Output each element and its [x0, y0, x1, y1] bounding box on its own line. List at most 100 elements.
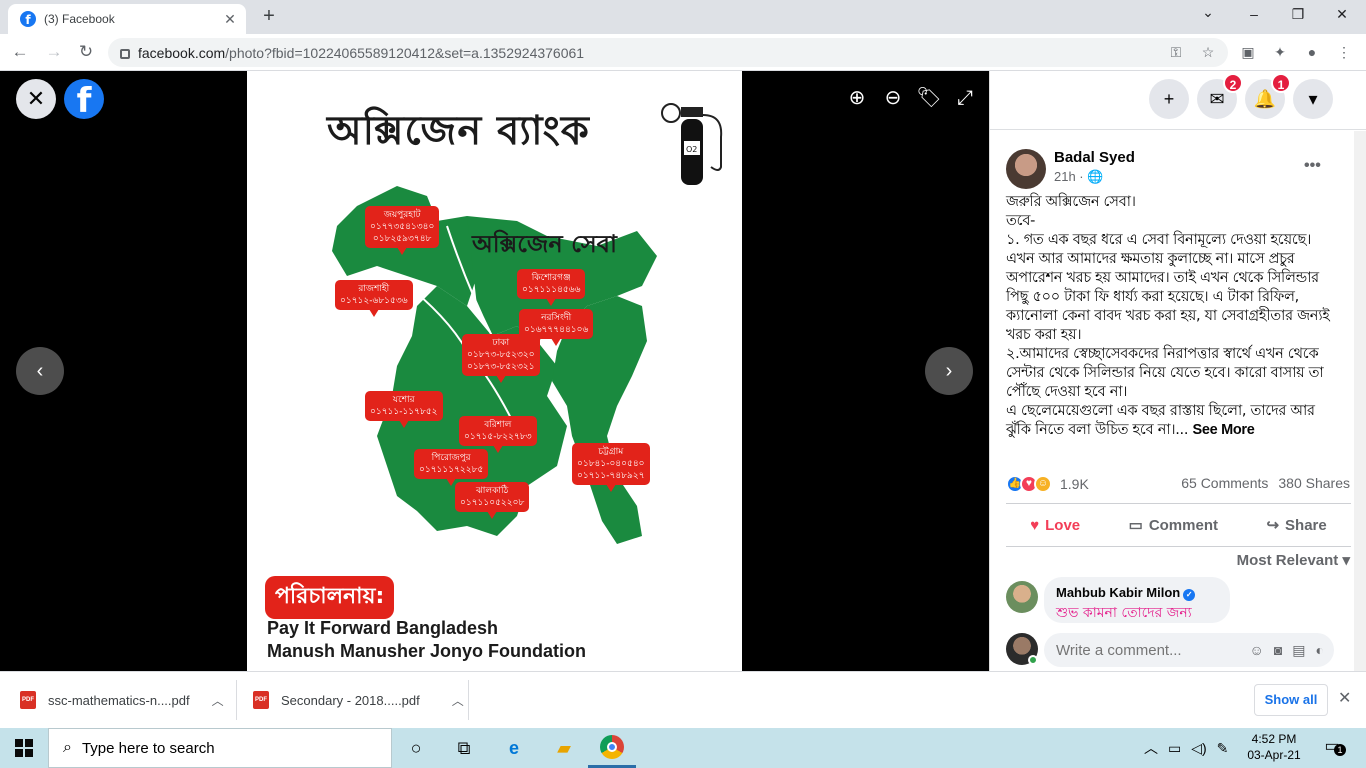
fullscreen-icon[interactable]: ⤢	[952, 85, 978, 111]
file-explorer-icon[interactable]: ▰	[540, 728, 588, 768]
account-menu-button[interactable]: ▾	[1293, 79, 1333, 119]
comment-input-box[interactable]: ☺ ◙ ▤ ◐	[1044, 633, 1334, 667]
commenter-avatar[interactable]	[1006, 581, 1038, 613]
share-button[interactable]: ↪ Share	[1266, 516, 1326, 535]
divider	[236, 680, 237, 720]
address-bar[interactable]: facebook.com/photo?fbid=1022406558912041…	[108, 38, 1228, 67]
browser-tab-strip: f (3) Facebook ✕ + ⌄ – ❐ ✕	[0, 0, 1366, 34]
see-more-link[interactable]: See More	[1192, 422, 1254, 438]
pin-pirojpur: পিরোজপুর ০১৭১১১৭২২৮৫	[414, 449, 489, 486]
cortana-icon[interactable]: ○	[392, 728, 440, 768]
post-side-panel: + ✉ 2 🔔 1 ▾ Badal Syed 21h · 🌐 ••• জরুরি…	[989, 71, 1366, 671]
edge-icon[interactable]: e	[490, 728, 538, 768]
pin-jhalokathi: ঝালকাঠি ০১৭১১০৫২২০৮	[455, 482, 530, 519]
pin-joypurhat: জয়পুরহাট ০১৭৭৩৫৪১৩৪০ ০১৮২৫৯৩৭৪৮	[365, 206, 440, 255]
comment-text: শুভ কামনা তোদের জন্য	[1056, 605, 1192, 621]
zoom-in-icon[interactable]: ⊕	[844, 85, 870, 111]
next-photo-button[interactable]: ›	[925, 347, 973, 395]
search-icon: ⌕	[63, 739, 72, 756]
zoom-out-icon[interactable]: ⊖	[880, 85, 906, 111]
chrome-logo-icon	[600, 734, 624, 759]
previous-photo-button[interactable]: ‹	[16, 347, 64, 395]
notification-count: 1	[1334, 744, 1346, 756]
task-view-icon[interactable]: ⧉	[440, 728, 488, 768]
heart-icon: ♥	[1030, 516, 1040, 534]
post-text: জরুরি অক্সিজেন সেবা। তবে- ১. গত এক বছর ধ…	[1006, 194, 1330, 438]
maximize-button[interactable]: ❐	[1284, 6, 1312, 23]
divider	[468, 680, 469, 720]
download-item[interactable]: PDF ssc-mathematics-n....pdf ︿	[20, 680, 224, 720]
camera-icon[interactable]: ◙	[1274, 642, 1282, 659]
gif-icon[interactable]: ▤	[1292, 642, 1305, 659]
comment-count[interactable]: 65 Comments	[1181, 475, 1268, 491]
comment-input[interactable]	[1056, 641, 1216, 659]
facebook-logo-icon[interactable]: f	[64, 79, 104, 119]
reactions-summary[interactable]: 👍 ♥ ☺ 1.9K	[1006, 473, 1089, 495]
browser-tab[interactable]: f (3) Facebook ✕	[8, 4, 246, 34]
chrome-taskbar-icon[interactable]	[588, 728, 636, 768]
close-viewer-button[interactable]: ✕	[16, 79, 56, 119]
facebook-favicon-icon: f	[20, 11, 36, 27]
minimize-button[interactable]: –	[1240, 6, 1268, 22]
bookmark-star-icon[interactable]: ☆	[1198, 42, 1218, 62]
windows-logo-icon	[15, 739, 33, 757]
new-tab-button[interactable]: +	[256, 5, 282, 28]
engagement-counts: 65 Comments 380 Shares	[1181, 475, 1350, 491]
taskbar-search-box[interactable]: ⌕ Type here to search	[48, 728, 392, 768]
author-name[interactable]: Badal Syed	[1054, 149, 1135, 166]
notifications-button[interactable]: 🔔 1	[1245, 73, 1291, 119]
pin-chattogram: চট্টগ্রাম ০১৮৪১-০৪০৫৪০ ০১৭১১-৭৪৮৯২৭	[572, 443, 650, 492]
post-timestamp[interactable]: 21h · 🌐	[1054, 169, 1103, 185]
extensions-puzzle-icon[interactable]: ✦	[1270, 42, 1290, 62]
pin-barishal: বরিশাল ০১৭১৫-৮২২৭৮৩	[459, 416, 537, 453]
taskbar-clock[interactable]: 4:52 PM 03-Apr-21	[1246, 731, 1302, 763]
start-button[interactable]	[0, 728, 48, 768]
pen-icon[interactable]: ✎	[1217, 740, 1229, 757]
tag-icon[interactable]: 🏷	[916, 85, 942, 111]
show-all-downloads-button[interactable]: Show all	[1254, 684, 1328, 716]
reaction-count: 1.9K	[1060, 476, 1089, 492]
bell-icon: 🔔	[1253, 89, 1277, 109]
volume-icon[interactable]: ◁)	[1191, 740, 1206, 757]
tab-search-icon[interactable]: ⌄	[1194, 4, 1222, 21]
chrome-menu-icon[interactable]: ⋮	[1334, 42, 1354, 62]
key-icon[interactable]: ⚿	[1166, 42, 1186, 62]
download-item[interactable]: PDF Secondary - 2018.....pdf ︿	[253, 680, 464, 720]
close-window-button[interactable]: ✕	[1328, 6, 1356, 23]
reload-icon[interactable]: ↻	[74, 41, 98, 63]
chevron-up-icon[interactable]: ︿	[212, 692, 224, 709]
panel-scrollbar[interactable]	[1354, 131, 1366, 671]
download-filename: ssc-mathematics-n....pdf	[48, 692, 190, 708]
tray-chevron-icon[interactable]: ︿	[1144, 738, 1158, 758]
commenter-name[interactable]: Mahbub Kabir Milon	[1056, 585, 1180, 600]
messenger-button[interactable]: ✉ 2	[1197, 73, 1243, 119]
share-count[interactable]: 380 Shares	[1278, 475, 1350, 491]
pin-kishoreganj: কিশোরগঞ্জ ০১৭১১১৪৫৬৬	[517, 269, 586, 306]
tab-close-icon[interactable]: ✕	[222, 11, 238, 28]
svg-text:O2: O2	[686, 145, 697, 154]
comment-icon: ▭	[1128, 517, 1143, 534]
poster-title: অক্সিজেন ব্যাংক	[327, 108, 590, 154]
browser-toolbar: ← → ↻ facebook.com/photo?fbid=1022406558…	[0, 34, 1366, 71]
post-options-button[interactable]: •••	[1304, 157, 1321, 175]
action-center-icon[interactable]: ▭ 1	[1320, 736, 1346, 760]
messenger-icon: ✉	[1209, 89, 1225, 109]
love-button[interactable]: ♥ Love	[1030, 517, 1080, 534]
system-tray: ︿ ▭ ◁) ✎	[1144, 728, 1228, 768]
sticker-icon[interactable]: ◐	[1316, 642, 1324, 659]
tab-title: (3) Facebook	[44, 12, 115, 26]
forward-arrow-icon[interactable]: →	[42, 41, 66, 63]
network-icon[interactable]: ▭	[1168, 740, 1181, 757]
close-downloads-icon[interactable]: ✕	[1338, 688, 1351, 708]
managed-by-label: পরিচালনায়:	[265, 576, 395, 619]
profile-avatar-icon[interactable]: ●	[1302, 42, 1322, 62]
comment-button[interactable]: ▭ Comment	[1128, 516, 1218, 535]
author-avatar[interactable]	[1006, 149, 1046, 189]
chevron-up-icon[interactable]: ︿	[452, 692, 464, 709]
extension-image-icon[interactable]: ▣	[1238, 42, 1258, 62]
back-arrow-icon[interactable]: ←	[8, 41, 32, 63]
download-filename: Secondary - 2018.....pdf	[281, 692, 420, 708]
comment-sort-dropdown[interactable]: Most Relevant ▾	[1237, 551, 1350, 569]
emoji-icon[interactable]: ☺	[1250, 642, 1264, 659]
create-button[interactable]: +	[1149, 79, 1189, 119]
